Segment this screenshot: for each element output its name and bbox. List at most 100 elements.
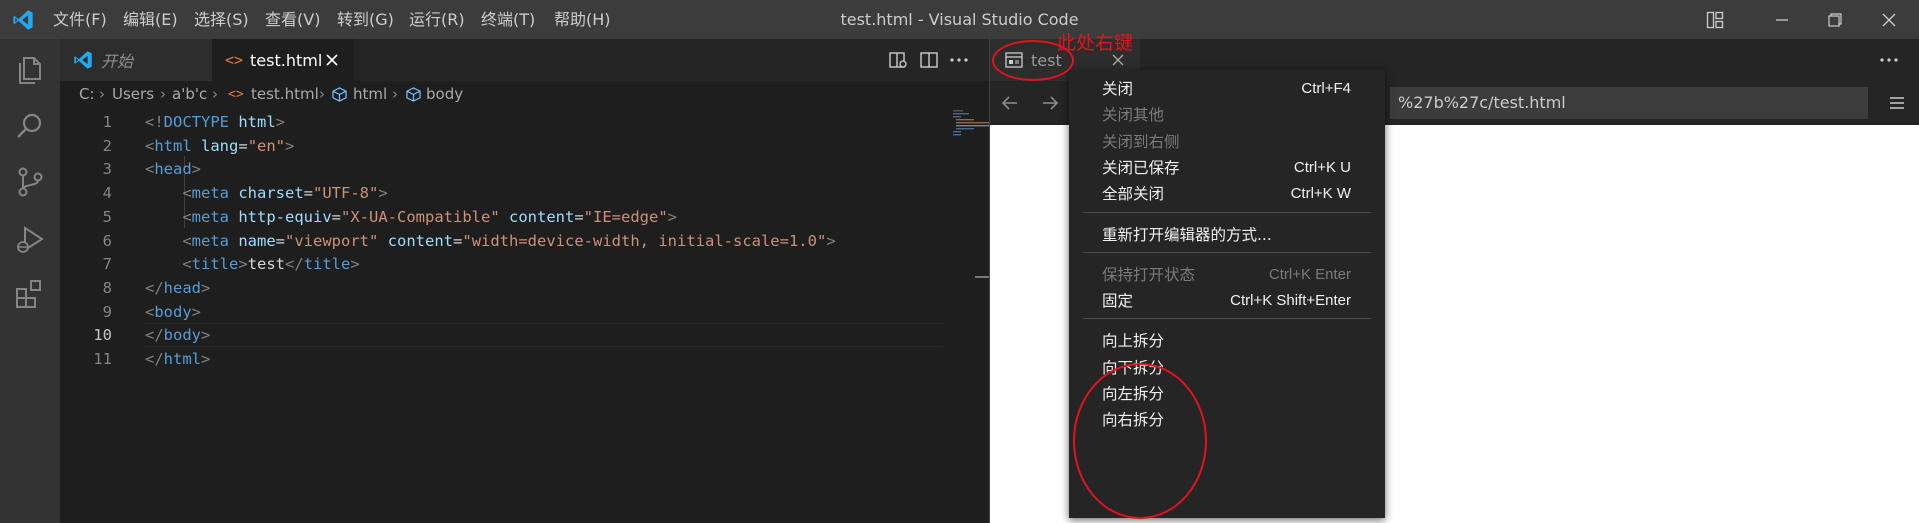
code-token: > xyxy=(201,326,211,345)
code-text: <title>test</title> xyxy=(145,252,359,276)
code-token: test xyxy=(247,255,286,274)
code-token: </ xyxy=(285,255,304,274)
context-menu-item[interactable]: 全部关闭 Ctrl+K W xyxy=(1069,179,1385,209)
search-icon[interactable] xyxy=(13,109,47,143)
code-line[interactable]: 4 <meta charset="UTF-8"> xyxy=(60,181,990,205)
code-text: <!DOCTYPE html> xyxy=(145,110,285,134)
breadcrumb-item[interactable]: C: xyxy=(79,81,95,108)
back-arrow-icon[interactable] xyxy=(1000,93,1020,113)
code-text: <head> xyxy=(145,157,201,181)
menu-item-label: 固定 xyxy=(1102,292,1134,311)
close-tab-icon[interactable] xyxy=(325,53,339,67)
code-token: charset xyxy=(238,184,304,203)
html-file-icon: <> xyxy=(228,87,244,102)
vscode-logo-icon xyxy=(74,51,92,69)
code-token: <! xyxy=(145,113,164,131)
open-preview-icon[interactable] xyxy=(887,49,909,71)
chevron-right-icon: › xyxy=(319,85,325,103)
menu-item[interactable]: 转到(G) xyxy=(337,0,394,39)
context-menu-item[interactable]: 重新打开编辑器的方式... xyxy=(1069,220,1385,250)
files-icon[interactable] xyxy=(13,53,47,87)
restore-icon[interactable] xyxy=(1812,0,1858,39)
menu-separator xyxy=(1083,251,1371,253)
menu-item[interactable]: 文件(F) xyxy=(53,0,107,39)
menu-item-shortcut: Ctrl+K W xyxy=(1290,185,1351,203)
code-line[interactable]: 1 <!DOCTYPE html> xyxy=(60,110,990,134)
context-menu-item[interactable]: 固定 Ctrl+K Shift+Enter xyxy=(1069,286,1385,316)
customize-layout-icon[interactable] xyxy=(1692,0,1738,39)
menu-item[interactable]: 选择(S) xyxy=(194,0,249,39)
code-token: title xyxy=(303,255,351,274)
code-text: <html lang="en"> xyxy=(145,134,294,158)
breadcrumb-item[interactable]: html xyxy=(353,81,387,108)
line-number: 11 xyxy=(93,350,112,368)
code-token: title xyxy=(191,255,239,274)
code-token: DOCTYPE xyxy=(163,113,229,131)
code-line[interactable]: 3 <head> xyxy=(60,157,990,181)
vscode-logo-icon[interactable] xyxy=(12,9,34,31)
menu-item[interactable]: 编辑(E) xyxy=(123,0,178,39)
line-number: 7 xyxy=(102,255,112,274)
code-token: </ xyxy=(145,350,164,368)
more-actions-icon[interactable] xyxy=(1878,49,1900,71)
code-token: "X-UA-Compatible" xyxy=(341,207,500,226)
code-token: html xyxy=(238,113,276,131)
menu-item[interactable]: 查看(V) xyxy=(265,0,320,39)
code-line[interactable]: 2 <html lang="en"> xyxy=(60,134,990,158)
run-debug-icon[interactable] xyxy=(13,223,47,257)
extensions-icon[interactable] xyxy=(13,277,47,311)
code-editor[interactable]: 1 <!DOCTYPE html> 2 <html lang="en"> 3 <head>… xyxy=(60,108,1024,523)
code-token: html xyxy=(154,136,192,155)
code-token: = xyxy=(303,184,314,203)
symbol-element-icon xyxy=(332,87,347,102)
menu-item[interactable]: 运行(R) xyxy=(409,0,465,39)
code-token: name xyxy=(238,231,276,250)
code-token: = xyxy=(453,231,463,250)
code-token: content xyxy=(387,231,454,250)
breadcrumb-item[interactable]: Users xyxy=(112,81,154,108)
menu-item[interactable]: 终端(T) xyxy=(481,0,535,39)
code-line[interactable]: 7 <title>test</title> xyxy=(60,252,990,276)
url-input[interactable]: %27b%27c/test.html xyxy=(1390,87,1868,119)
code-line[interactable]: 6 <meta name="viewport" content="width=d… xyxy=(60,229,990,253)
close-tab-icon[interactable] xyxy=(1112,54,1124,66)
code-line[interactable]: 9 <body> xyxy=(60,300,990,324)
tab-start[interactable]: 开始 xyxy=(60,39,212,81)
code-token: > xyxy=(378,184,388,203)
breadcrumb-item[interactable]: a'b'c xyxy=(172,81,207,108)
scrollbar-thumb[interactable] xyxy=(975,276,989,278)
breadcrumb-item[interactable]: body xyxy=(426,81,463,108)
code-line[interactable]: 8 </head> xyxy=(60,276,990,300)
url-text: %27b%27c/test.html xyxy=(1398,93,1566,112)
menu-item[interactable]: 帮助(H) xyxy=(554,0,611,39)
code-token: > xyxy=(667,207,678,226)
code-line[interactable]: 10 </body> xyxy=(60,323,990,347)
code-token: > xyxy=(191,302,202,321)
code-token: < xyxy=(182,207,192,226)
code-text: <body> xyxy=(145,300,201,324)
code-token: head xyxy=(154,160,192,179)
tab-test-html[interactable]: <> test.html xyxy=(212,39,354,81)
source-control-icon[interactable] xyxy=(13,165,47,199)
minimize-icon[interactable] xyxy=(1759,0,1805,39)
code-line[interactable]: 5 <meta http-equiv="X-UA-Compatible" con… xyxy=(60,205,990,229)
more-actions-icon[interactable] xyxy=(948,49,970,71)
code-token: head xyxy=(163,278,201,297)
line-number: 4 xyxy=(102,184,112,203)
tab-label: test.html xyxy=(250,50,323,70)
split-editor-icon[interactable] xyxy=(918,49,940,71)
code-line[interactable]: 11 </html> xyxy=(60,347,990,371)
forward-arrow-icon[interactable] xyxy=(1040,93,1060,113)
menu-separator xyxy=(1083,211,1371,213)
code-token: html xyxy=(163,350,201,368)
breadcrumb-item[interactable]: test.html xyxy=(251,81,319,108)
close-window-icon[interactable] xyxy=(1866,0,1912,39)
menu-icon[interactable] xyxy=(1888,94,1906,112)
line-number: 2 xyxy=(102,136,112,155)
